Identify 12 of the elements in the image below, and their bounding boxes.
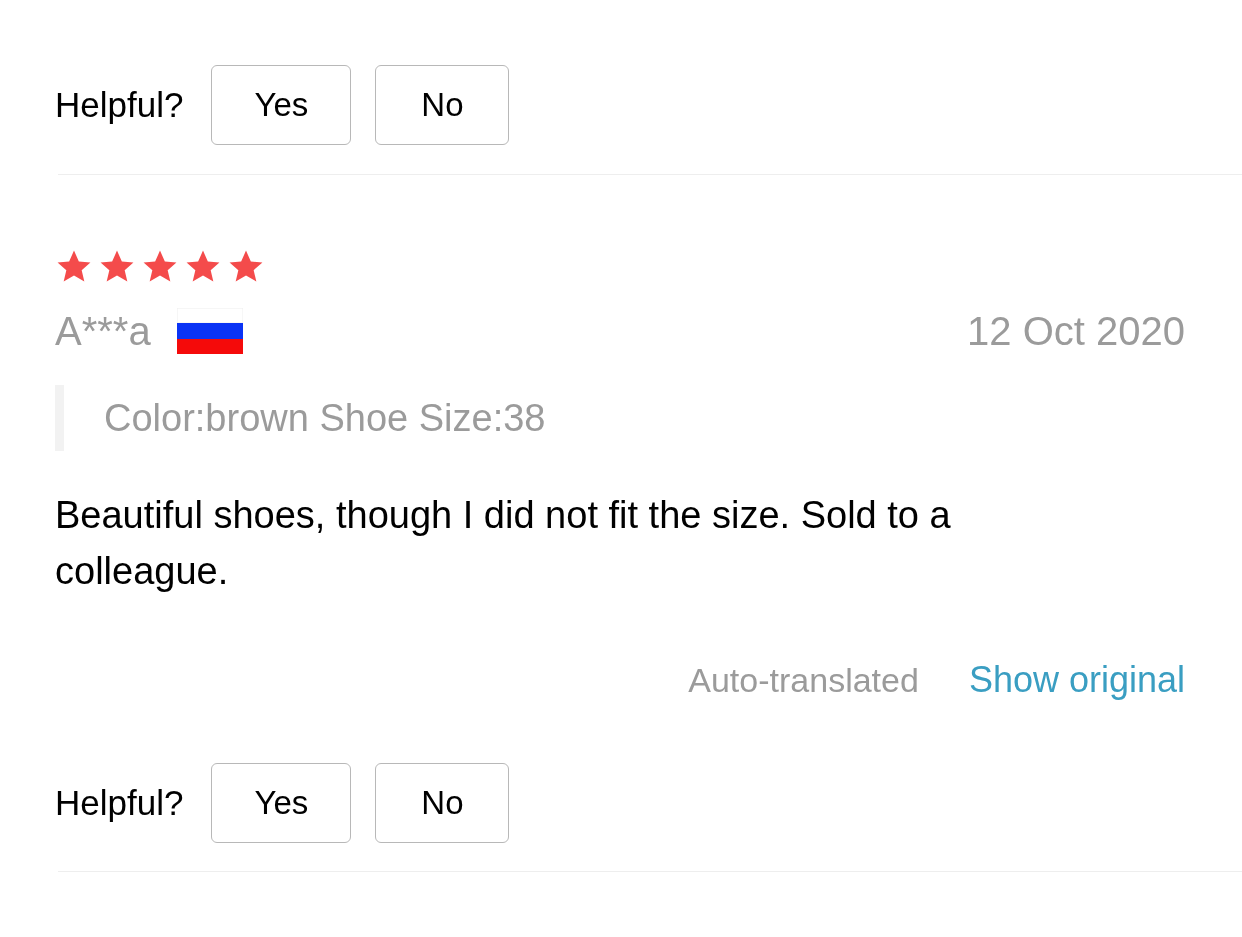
auto-translated-note: Auto-translated <box>688 659 919 701</box>
helpful-label: Helpful? <box>55 83 184 126</box>
review-text: Beautiful shoes, though I did not fit the size. Sold to a colleague. <box>55 493 952 594</box>
no-button[interactable]: No <box>375 65 510 145</box>
sku-info: Color:brown Shoe Size:38 <box>104 395 546 441</box>
helpful-label: Helpful? <box>55 781 184 824</box>
reviewer-name: A***a <box>55 308 151 355</box>
flag-icon <box>176 308 243 354</box>
review-date: 12 Oct 2020 <box>967 308 1185 355</box>
yes-button[interactable]: Yes <box>211 763 352 843</box>
no-button[interactable]: No <box>375 763 510 843</box>
yes-button[interactable]: Yes <box>211 65 352 145</box>
